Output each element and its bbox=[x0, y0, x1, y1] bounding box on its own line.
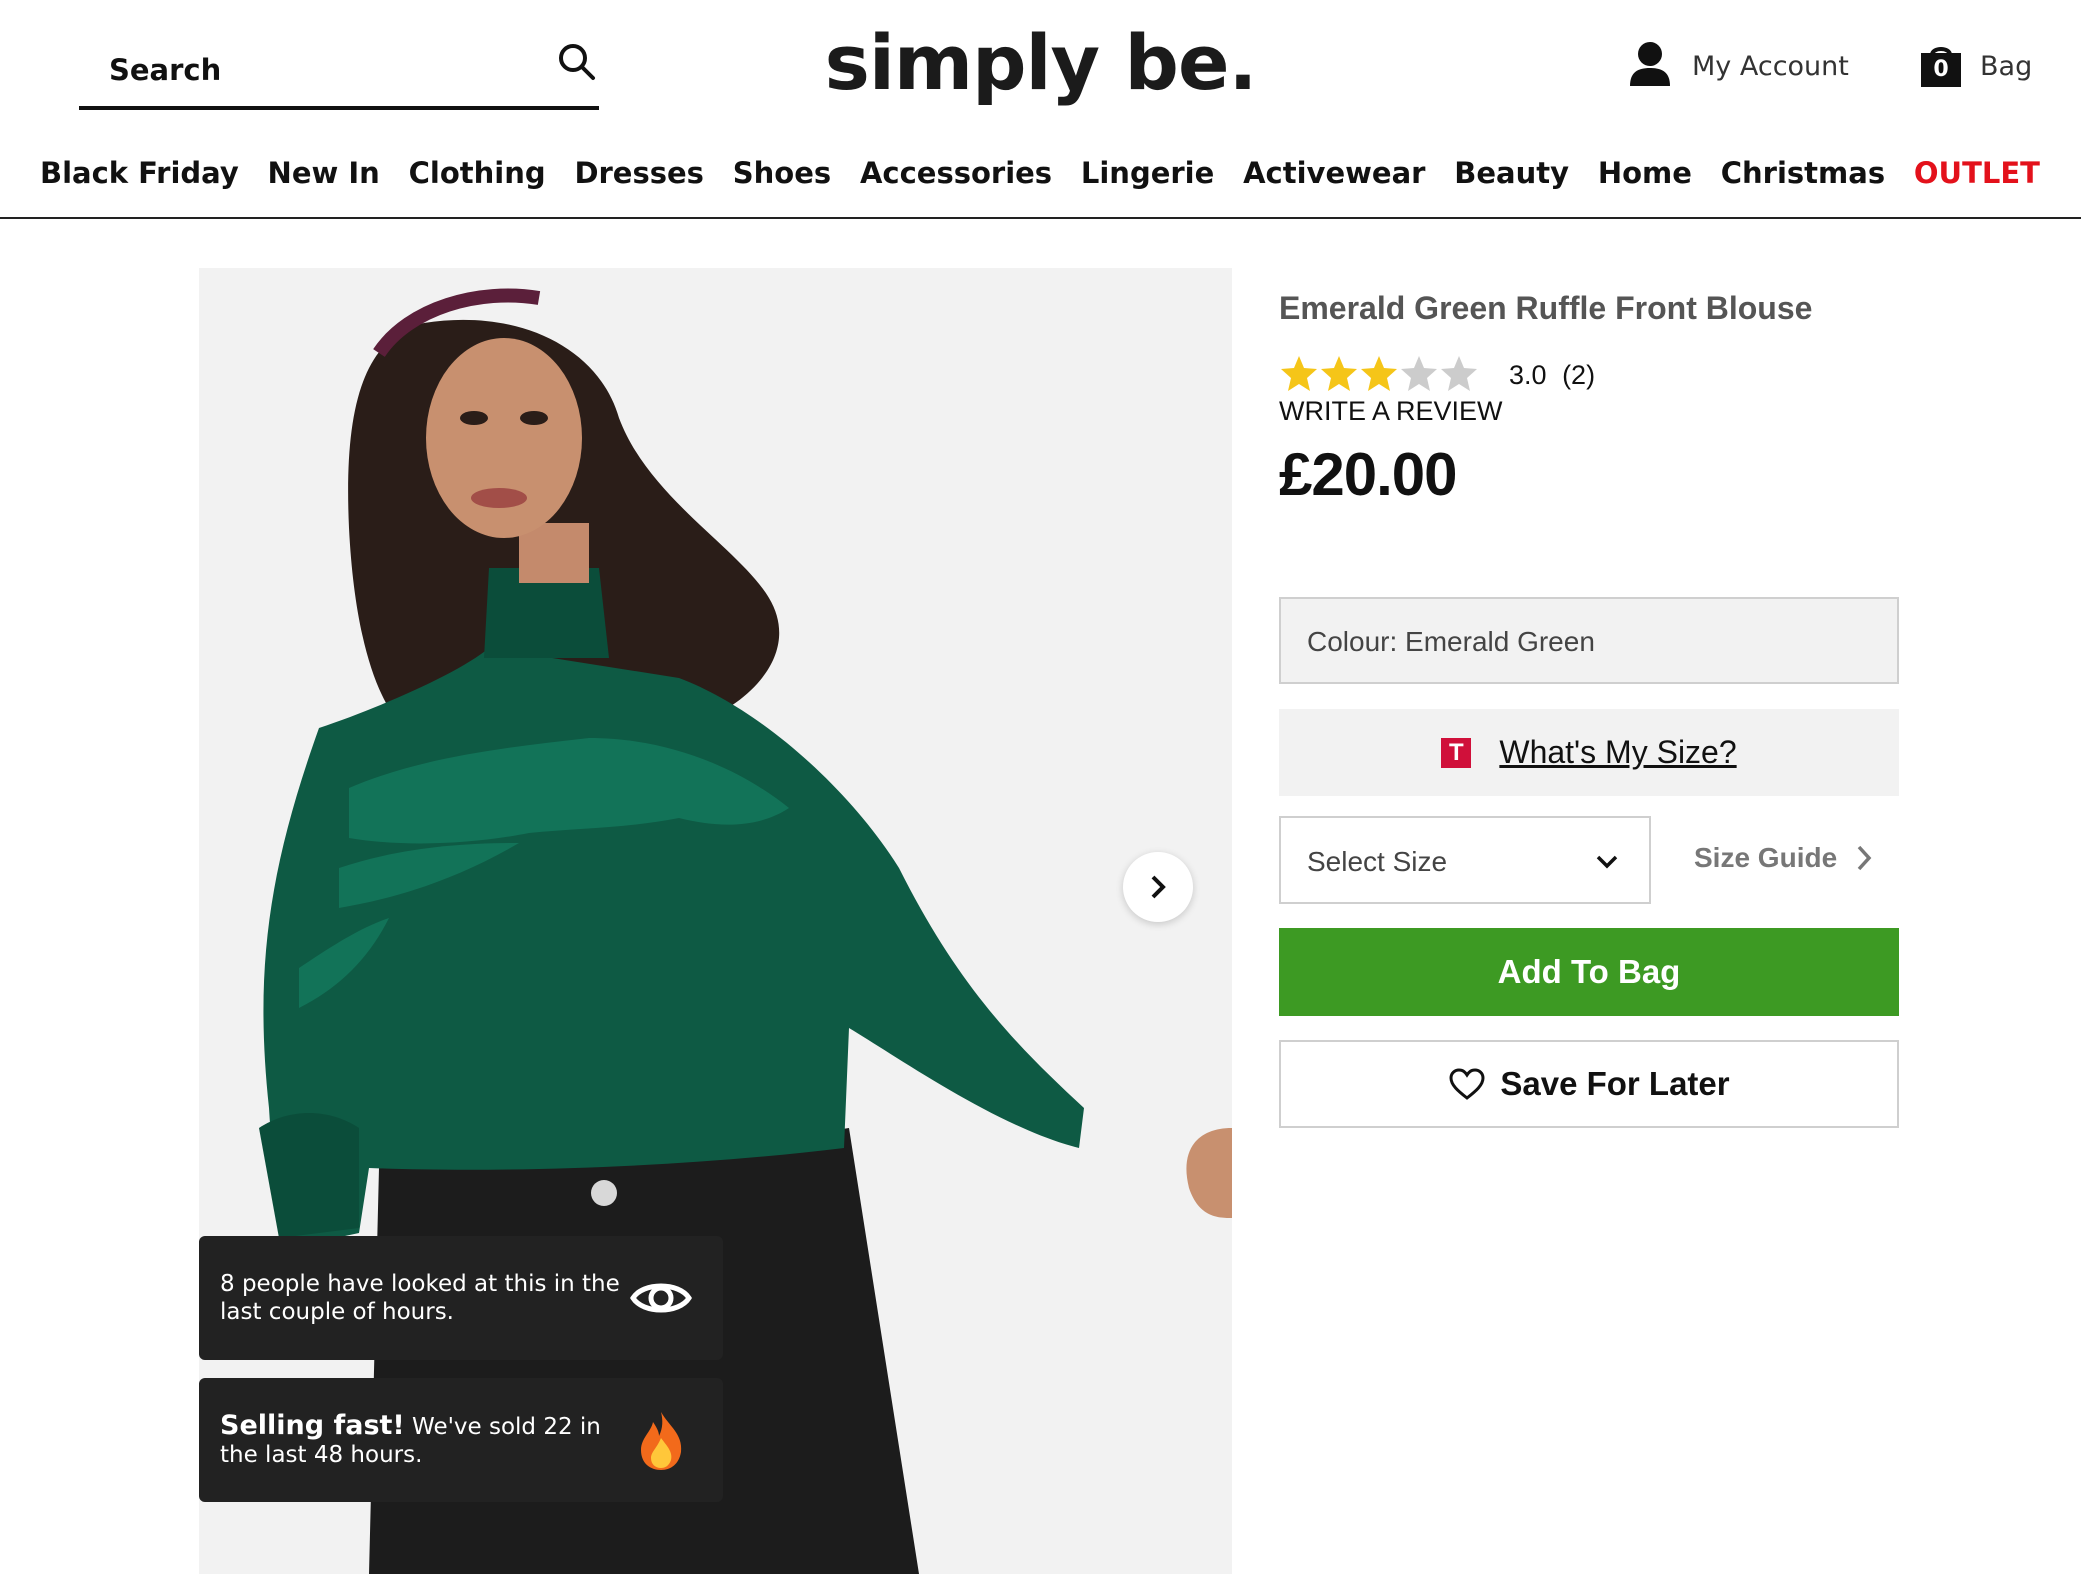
product-price: £20.00 bbox=[1279, 441, 1458, 508]
rating-value: 3.0 bbox=[1509, 360, 1547, 390]
nav-black-friday[interactable]: Black Friday bbox=[40, 156, 239, 190]
bag-label: Bag bbox=[1980, 50, 2033, 82]
bag-count: 0 bbox=[1933, 57, 1949, 82]
selling-fast-text: Selling fast! We've sold 22 in the last … bbox=[220, 1378, 620, 1502]
nav-christmas[interactable]: Christmas bbox=[1721, 156, 1885, 190]
search-icon[interactable] bbox=[555, 40, 599, 84]
next-image-button[interactable] bbox=[1123, 852, 1193, 922]
nav-divider bbox=[0, 217, 2081, 219]
star-empty-icon bbox=[1401, 356, 1437, 391]
user-icon bbox=[1628, 40, 1672, 93]
search-input[interactable] bbox=[109, 48, 509, 92]
my-account-link[interactable]: My Account bbox=[1628, 38, 1849, 94]
nav-beauty[interactable]: Beauty bbox=[1454, 156, 1569, 190]
main-nav: Black Friday New In Clothing Dresses Sho… bbox=[40, 148, 2040, 198]
views-notice-text: 8 people have looked at this in the last… bbox=[220, 1271, 620, 1325]
star-icon bbox=[1321, 356, 1357, 391]
save-for-later-label: Save For Later bbox=[1500, 1065, 1730, 1102]
product-image-gallery[interactable]: 8 people have looked at this in the last… bbox=[199, 268, 1232, 1574]
colour-label: Colour: Emerald Green bbox=[1307, 626, 1595, 657]
fire-icon bbox=[641, 1412, 682, 1470]
nav-shoes[interactable]: Shoes bbox=[733, 156, 831, 190]
size-guide-label: Size Guide bbox=[1694, 842, 1838, 873]
rating-summary: 3.0 (2) bbox=[1509, 360, 1595, 391]
selling-fast-notice: Selling fast! We've sold 22 in the last … bbox=[199, 1378, 723, 1502]
whats-my-size-link[interactable]: What's My Size? bbox=[1499, 734, 1736, 771]
nav-activewear[interactable]: Activewear bbox=[1243, 156, 1425, 190]
nav-new-in[interactable]: New In bbox=[268, 156, 380, 190]
my-account-label: My Account bbox=[1692, 50, 1849, 82]
size-tool-logo-icon: T bbox=[1441, 737, 1472, 768]
add-to-bag-button[interactable]: Add To Bag bbox=[1279, 928, 1899, 1016]
eye-icon bbox=[630, 1283, 692, 1313]
bag-icon: 0 bbox=[1918, 43, 1964, 89]
chevron-right-icon bbox=[1151, 875, 1166, 899]
product-title: Emerald Green Ruffle Front Blouse bbox=[1279, 290, 1813, 326]
star-icon bbox=[1361, 356, 1397, 391]
nav-accessories[interactable]: Accessories bbox=[860, 156, 1052, 190]
chevron-right-icon bbox=[1857, 845, 1872, 871]
star-empty-icon bbox=[1441, 356, 1477, 391]
nav-clothing[interactable]: Clothing bbox=[409, 156, 546, 190]
rating-count: (2) bbox=[1562, 360, 1596, 390]
write-review-link[interactable]: WRITE A REVIEW bbox=[1279, 396, 1503, 427]
nav-lingerie[interactable]: Lingerie bbox=[1081, 156, 1214, 190]
whats-my-size-button[interactable]: T What's My Size? bbox=[1279, 709, 1899, 796]
size-select[interactable]: Select Size bbox=[1279, 816, 1651, 904]
chevron-down-icon bbox=[1596, 855, 1618, 869]
views-notice: 8 people have looked at this in the last… bbox=[199, 1236, 723, 1360]
colour-selector[interactable]: Colour: Emerald Green bbox=[1279, 597, 1899, 684]
nav-home[interactable]: Home bbox=[1598, 156, 1692, 190]
save-for-later-button[interactable]: Save For Later bbox=[1279, 1040, 1899, 1128]
size-guide-link[interactable]: Size Guide bbox=[1694, 842, 1873, 874]
star-icon bbox=[1281, 356, 1317, 391]
heart-icon bbox=[1449, 1068, 1485, 1100]
nav-dresses[interactable]: Dresses bbox=[574, 156, 704, 190]
site-logo[interactable]: simply be. bbox=[825, 18, 1258, 107]
size-select-value: Select Size bbox=[1307, 846, 1448, 877]
search-bar bbox=[79, 30, 599, 110]
star-rating bbox=[1279, 354, 1479, 394]
bag-link[interactable]: 0 Bag bbox=[1918, 38, 2032, 94]
nav-outlet[interactable]: OUTLET bbox=[1914, 156, 2040, 190]
selling-fast-strong: Selling fast! bbox=[220, 1409, 405, 1441]
